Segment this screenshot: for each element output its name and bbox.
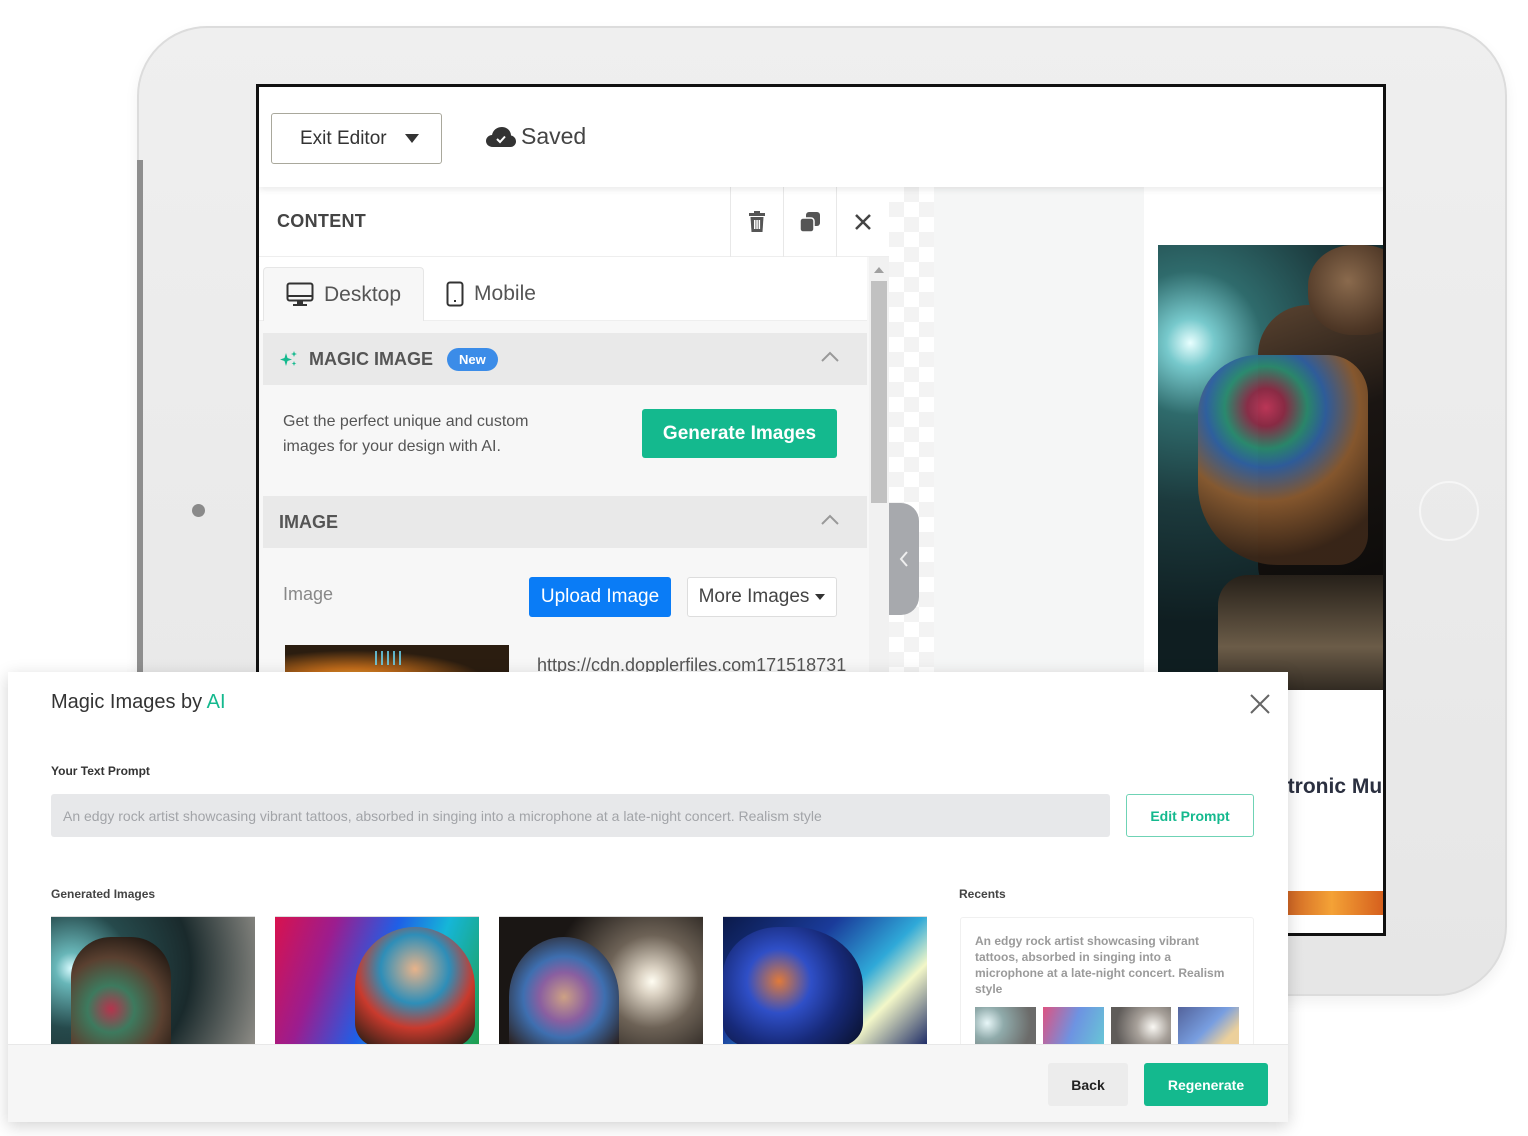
scroll-up-arrow-icon[interactable] — [874, 267, 884, 273]
tablet-home-button — [1419, 481, 1479, 541]
preview-image-strip — [1274, 891, 1383, 915]
prompt-label: Your Text Prompt — [51, 764, 150, 778]
image-field-label: Image — [283, 584, 334, 604]
panel-header: CONTENT — [259, 187, 889, 257]
save-status: Saved — [485, 123, 586, 150]
preview-hero-image[interactable] — [1158, 245, 1383, 690]
modal-close-button[interactable] — [1248, 692, 1272, 716]
chevron-left-icon — [899, 551, 908, 567]
recent-prompt-card[interactable]: An edgy rock artist showcasing vibrant t… — [960, 917, 1254, 1057]
recent-thumbnail[interactable] — [1110, 1007, 1172, 1047]
magic-images-modal: Magic Images by AI Your Text Prompt Edit… — [8, 672, 1288, 1122]
exit-editor-label: Exit Editor — [300, 127, 387, 149]
generate-images-button[interactable]: Generate Images — [642, 409, 837, 458]
sparkles-icon — [280, 351, 297, 366]
close-icon — [855, 214, 871, 230]
close-icon — [1250, 694, 1270, 714]
tab-desktop-label: Desktop — [324, 282, 402, 306]
panel-title: CONTENT — [277, 211, 367, 231]
generated-image[interactable] — [723, 916, 927, 1046]
tab-mobile-label: Mobile — [474, 282, 536, 305]
more-images-button[interactable]: More Images — [687, 577, 837, 617]
duplicate-button[interactable] — [783, 187, 836, 257]
cloud-check-icon — [486, 126, 516, 147]
recent-thumbnail[interactable] — [1042, 1007, 1104, 1047]
image-section-header[interactable]: IMAGE — [263, 496, 867, 548]
magic-image-title: MAGIC IMAGE — [309, 348, 433, 369]
preview-heading: ctronic Mu — [1276, 775, 1383, 798]
desktop-icon — [286, 282, 314, 306]
generated-image[interactable] — [275, 916, 479, 1046]
modal-footer: Back Regenerate — [8, 1044, 1288, 1122]
recent-thumbnail[interactable] — [975, 1007, 1036, 1047]
tablet-camera — [192, 504, 205, 517]
tab-desktop[interactable]: Desktop — [263, 267, 425, 321]
upload-image-button[interactable]: Upload Image — [529, 577, 671, 617]
scrollbar-thumb[interactable] — [871, 281, 887, 503]
delete-button[interactable] — [730, 187, 783, 257]
chevron-up-icon — [821, 514, 839, 525]
regenerate-button[interactable]: Regenerate — [1144, 1063, 1268, 1106]
collapse-panel-handle[interactable] — [889, 503, 919, 615]
new-badge: New — [447, 347, 498, 371]
tab-mobile[interactable]: Mobile — [424, 267, 558, 321]
caret-down-icon — [815, 594, 826, 600]
modal-title-accent: AI — [206, 691, 226, 713]
recent-prompt-text: An edgy rock artist showcasing vibrant t… — [975, 934, 1225, 996]
editor-topbar: Exit Editor Saved — [259, 87, 1383, 187]
recent-thumbnail[interactable] — [1178, 1007, 1239, 1047]
recent-thumbnails — [975, 1007, 1239, 1047]
tablet-edge — [137, 160, 143, 675]
image-section-title: IMAGE — [279, 511, 339, 532]
magic-image-description: Get the perfect unique and custom images… — [283, 413, 529, 455]
save-status-label: Saved — [521, 123, 587, 149]
more-images-label: More Images — [698, 586, 810, 607]
modal-title-prefix: Magic Images by — [51, 691, 207, 713]
generated-images-grid — [51, 916, 927, 1046]
generated-image[interactable] — [51, 916, 255, 1046]
exit-editor-button[interactable]: Exit Editor — [271, 113, 442, 164]
trash-icon — [749, 211, 765, 232]
copy-icon — [799, 212, 820, 233]
generated-images-label: Generated Images — [51, 887, 156, 901]
generated-image[interactable] — [499, 916, 703, 1046]
caret-down-icon — [404, 134, 419, 143]
back-button[interactable]: Back — [1048, 1063, 1128, 1106]
modal-title: Magic Images by AI — [51, 691, 226, 714]
prompt-input[interactable] — [51, 794, 1110, 837]
recents-label: Recents — [959, 887, 1006, 901]
mobile-icon — [446, 281, 464, 307]
chevron-up-icon — [821, 351, 839, 362]
magic-image-section-header[interactable]: MAGIC IMAGE New — [263, 333, 867, 385]
edit-prompt-button[interactable]: Edit Prompt — [1126, 794, 1254, 837]
close-panel-button[interactable] — [836, 187, 889, 257]
